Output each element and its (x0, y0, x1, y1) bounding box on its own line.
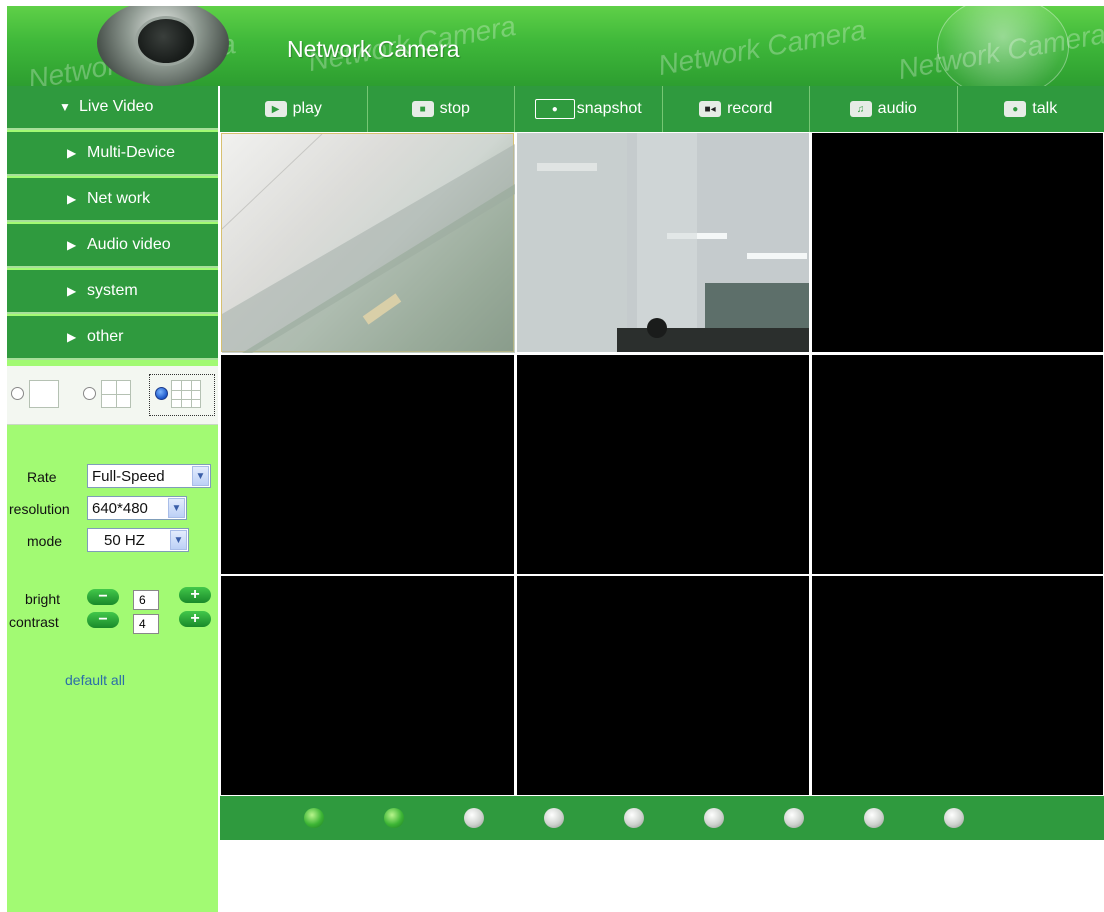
channel-3-indicator[interactable] (464, 808, 484, 828)
bright-label: bright (25, 591, 61, 607)
snapshot-button[interactable]: ● snapshot (515, 86, 663, 132)
contrast-label: contrast (9, 614, 59, 630)
triangle-right-icon: ▶ (67, 284, 77, 298)
video-grid (221, 133, 1103, 795)
video-cell-4[interactable] (221, 355, 514, 574)
menu-item-label: Net work (87, 190, 151, 207)
resolution-label: resolution (9, 501, 70, 517)
menu-item-audio-video[interactable]: ▶ Audio video (7, 224, 218, 268)
nine-view-icon[interactable] (171, 380, 201, 408)
toolbar: ▶ play ■ stop ● snapshot ■◂ record ♫ aud… (220, 86, 1104, 132)
menu-item-multi-device[interactable]: ▶ Multi-Device (7, 132, 218, 176)
ceiling-wall-scene (222, 134, 515, 353)
rate-value: Full-Speed (92, 467, 165, 485)
layout-4-radio[interactable] (83, 387, 96, 400)
layout-9-radio[interactable] (155, 387, 168, 400)
record-button[interactable]: ■◂ record (663, 86, 810, 132)
video-cell-1[interactable] (221, 133, 515, 353)
quad-view-icon[interactable] (101, 380, 131, 408)
menu-item-network[interactable]: ▶ Net work (7, 178, 218, 222)
play-label: play (292, 100, 322, 117)
page-title: Network Camera (287, 36, 460, 62)
bright-value: 6 (133, 590, 159, 610)
chevron-down-icon: ▼ (192, 466, 209, 486)
talk-button[interactable]: ● talk (958, 86, 1104, 132)
audio-label: audio (877, 100, 917, 117)
snapshot-icon: ● (534, 99, 575, 119)
channel-1-indicator[interactable] (304, 808, 324, 828)
talk-label: talk (1032, 100, 1058, 117)
video-cell-8[interactable] (517, 576, 809, 795)
menu-item-label: Live Video (79, 98, 154, 115)
menu-item-label: other (87, 328, 124, 345)
contrast-minus-button[interactable]: − (87, 612, 119, 628)
globe-decoration (937, 6, 1069, 86)
video-cell-7[interactable] (221, 576, 514, 795)
channel-8-indicator[interactable] (864, 808, 884, 828)
office-scene (517, 133, 809, 352)
mode-select[interactable]: 50 HZ ▼ (87, 528, 189, 552)
video-cell-5[interactable] (517, 355, 809, 574)
audio-button[interactable]: ♫ audio (810, 86, 958, 132)
channel-7-indicator[interactable] (784, 808, 804, 828)
stop-button[interactable]: ■ stop (368, 86, 515, 132)
layout-selector (7, 366, 218, 425)
play-button[interactable]: ▶ play (220, 86, 368, 132)
stop-icon: ■ (411, 101, 434, 117)
menu-item-label: Multi-Device (87, 144, 176, 161)
header-banner: Network Camera Network Camera Network Ca… (7, 6, 1104, 86)
channel-2-indicator[interactable] (384, 808, 404, 828)
contrast-plus-button[interactable]: + (179, 611, 211, 627)
play-icon: ▶ (264, 101, 287, 117)
resolution-select[interactable]: 640*480 ▼ (87, 496, 187, 520)
triangle-right-icon: ▶ (67, 192, 77, 206)
layout-1-radio[interactable] (11, 387, 24, 400)
channel-9-indicator[interactable] (944, 808, 964, 828)
record-label: record (727, 100, 773, 117)
video-cell-3[interactable] (812, 133, 1103, 352)
talk-person-icon: ● (1004, 101, 1027, 117)
rate-select[interactable]: Full-Speed ▼ (87, 464, 211, 488)
triangle-right-icon: ▶ (67, 146, 77, 160)
channel-5-indicator[interactable] (624, 808, 644, 828)
bright-minus-button[interactable]: − (87, 589, 119, 605)
audio-note-icon: ♫ (849, 101, 872, 117)
menu-item-live-video[interactable]: ▼ Live Video (7, 86, 218, 130)
channel-6-indicator[interactable] (704, 808, 724, 828)
rate-label: Rate (27, 469, 57, 485)
stop-label: stop (439, 100, 470, 117)
menu-item-other[interactable]: ▶ other (7, 316, 218, 360)
channel-bar (220, 796, 1104, 840)
menu-item-label: system (87, 282, 138, 299)
bright-plus-button[interactable]: + (179, 587, 211, 603)
resolution-value: 640*480 (92, 499, 148, 517)
triangle-right-icon: ▶ (67, 238, 77, 252)
single-view-icon[interactable] (29, 380, 59, 408)
watermark-text: Network Camera (655, 14, 869, 82)
contrast-value: 4 (133, 614, 159, 634)
triangle-down-icon: ▼ (59, 100, 71, 114)
chevron-down-icon: ▼ (170, 530, 187, 550)
sidebar: ▼ Live Video ▶ Multi-Device ▶ Net work ▶… (7, 86, 218, 912)
menu-item-label: Audio video (87, 236, 171, 253)
chevron-down-icon: ▼ (168, 498, 185, 518)
mode-value: 50 HZ (104, 531, 145, 549)
menu-item-system[interactable]: ▶ system (7, 270, 218, 314)
record-camera-icon: ■◂ (699, 101, 722, 117)
triangle-right-icon: ▶ (67, 330, 77, 344)
video-cell-9[interactable] (812, 576, 1103, 795)
camera-lens-icon (135, 16, 197, 66)
video-cell-2[interactable] (517, 133, 809, 352)
default-all-link[interactable]: default all (65, 672, 125, 688)
video-cell-6[interactable] (812, 355, 1103, 574)
mode-label: mode (27, 533, 63, 549)
channel-4-indicator[interactable] (544, 808, 564, 828)
snapshot-label: snapshot (576, 100, 642, 117)
